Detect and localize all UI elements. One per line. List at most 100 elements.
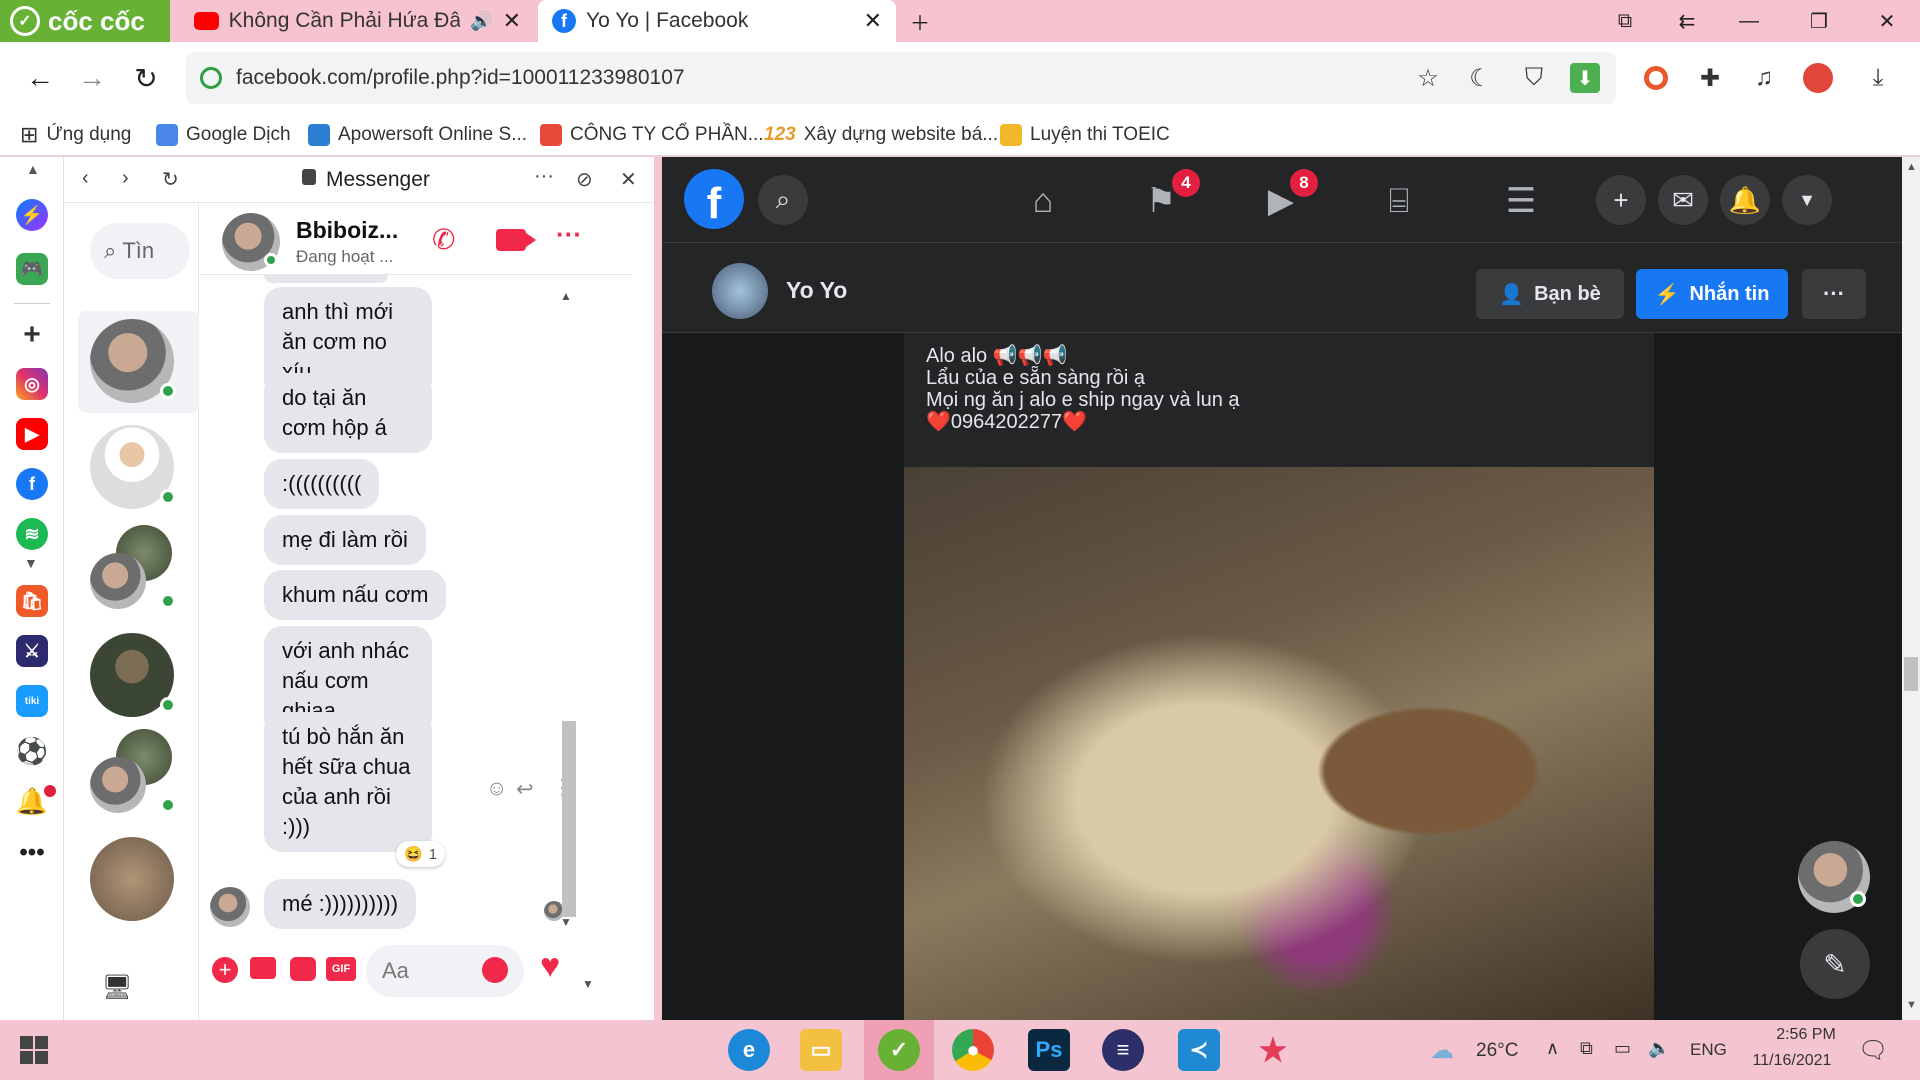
reaction-badge[interactable]: 😆 1 [396, 841, 446, 867]
language-indicator[interactable]: ENG [1690, 1040, 1727, 1060]
marketplace-icon[interactable]: ⌸ [1374, 179, 1424, 223]
unpin-icon[interactable]: ⊘ [576, 167, 593, 192]
tab-facebook[interactable]: f Yo Yo | Facebook ✕ [538, 0, 896, 42]
heart-icon[interactable]: ♥ [540, 947, 560, 986]
plus-icon[interactable]: + [212, 957, 238, 983]
menu-icon[interactable]: ☰ [1496, 179, 1546, 223]
messenger-icon[interactable]: ✉ [1658, 175, 1708, 225]
video-call-icon[interactable] [496, 229, 526, 251]
scroll-up-icon[interactable]: ▲ [1906, 161, 1917, 173]
message-bubble[interactable]: khum nấu cơm [264, 570, 447, 620]
profile-name[interactable]: Yo Yo [786, 277, 847, 304]
bookmark-apowersoft[interactable]: Apowersoft Online S... [308, 120, 527, 150]
chrome-extension-icon[interactable] [1638, 60, 1674, 96]
shield-icon[interactable]: ⛉ [1516, 60, 1552, 96]
scroll-up-icon[interactable]: ▲ [560, 289, 572, 303]
chevron-down-icon[interactable]: ▼ [24, 555, 38, 571]
playlist-icon[interactable]: ♫ [1746, 60, 1782, 96]
bookmark-website[interactable]: 123 Xây dựng website bá... [764, 120, 998, 150]
reload-icon[interactable]: ↻ [162, 167, 179, 192]
tray-volume-icon[interactable]: 🔈 [1648, 1038, 1670, 1059]
coccoc-brand[interactable]: ✓ cốc cốc [0, 0, 170, 42]
speaker-icon[interactable]: 🔊 [470, 11, 492, 32]
download-icon[interactable]: ⤓ [1860, 60, 1896, 96]
search-icon[interactable]: ⌕ [758, 175, 808, 225]
download-extension-icon[interactable]: ⬇ [1570, 63, 1600, 93]
clock-date[interactable]: 11/16/2021 [1742, 1052, 1842, 1070]
close-tab-icon[interactable]: ✕ [864, 8, 882, 34]
avatar[interactable] [90, 553, 146, 609]
clock-time[interactable]: 2:56 PM [1756, 1026, 1856, 1044]
back-icon[interactable]: ‹ [82, 167, 89, 190]
weather-temp[interactable]: 26°C [1476, 1040, 1518, 1062]
reply-icon[interactable]: ↩ [516, 777, 534, 802]
shopee-icon[interactable]: 🛍 [16, 585, 48, 617]
windows-start-icon[interactable] [20, 1036, 48, 1064]
spotify-icon[interactable]: ≋ [16, 518, 48, 550]
forward-icon[interactable]: › [122, 167, 129, 190]
message-bubble[interactable]: do tại ăn cơm hộp á [264, 373, 432, 453]
message-bubble[interactable]: mé :)))))))))) [264, 879, 417, 929]
scrollbar-thumb[interactable] [1904, 657, 1918, 691]
puzzle-icon[interactable]: ✚ [1692, 60, 1728, 96]
message-bubble[interactable]: tú bò hắn ăn hết sữa chua của anh rồi :)… [264, 712, 432, 852]
chrome-icon[interactable]: ● [952, 1029, 994, 1071]
facebook-logo-icon[interactable]: f [684, 169, 744, 229]
back-icon[interactable]: ← [20, 58, 60, 98]
emoji-icon[interactable] [482, 957, 508, 983]
address-url[interactable]: facebook.com/profile.php?id=100011233980… [236, 66, 685, 90]
coccoc-icon[interactable]: ✓ [878, 1029, 920, 1071]
edge-icon[interactable]: e [728, 1029, 770, 1071]
restore-icon[interactable]: ❐ [1788, 0, 1850, 42]
profile-avatar-icon[interactable] [1800, 60, 1836, 96]
instagram-icon[interactable]: ◎ [16, 368, 48, 400]
contact-name[interactable]: Bbiboiz... [296, 217, 398, 244]
bookmark-apps[interactable]: ⊞ Ứng dụng [20, 120, 131, 150]
scroll-down-icon[interactable]: ▼ [1906, 999, 1917, 1011]
search-field[interactable]: ⌕ Tìn [90, 223, 190, 279]
weather-cloud-icon[interactable]: ☁ [1430, 1036, 1454, 1065]
sender-avatar[interactable] [210, 887, 250, 927]
tray-battery-icon[interactable]: ▭ [1614, 1038, 1631, 1059]
reload-icon[interactable]: ↻ [126, 58, 166, 98]
close-tab-icon[interactable]: ✕ [503, 8, 521, 34]
scroll-up-icon[interactable]: ▲ [26, 161, 40, 177]
emoji-react-icon[interactable]: ☺ [486, 777, 507, 801]
star-app-icon[interactable]: ★ [1252, 1029, 1294, 1071]
chat-scrollbar-thumb[interactable] [562, 721, 576, 917]
vscode-icon[interactable]: ≺ [1178, 1029, 1220, 1071]
message-bubble[interactable]: mẹ đi làm rồi [264, 515, 426, 565]
gif-icon[interactable]: GIF [326, 957, 356, 981]
more-options-button[interactable]: ··· [1802, 269, 1866, 319]
bookmark-company[interactable]: CÔNG TY CỔ PHẦN... [540, 120, 764, 150]
page-scrollbar[interactable]: ▲ ▼ [1902, 157, 1920, 1020]
add-icon[interactable]: + [16, 318, 48, 351]
scroll-down-icon[interactable]: ▼ [582, 977, 594, 991]
message-button[interactable]: ⚡ Nhắn tin [1636, 269, 1788, 319]
sticker-icon[interactable] [290, 957, 316, 981]
game-icon[interactable]: ⚔ [16, 635, 48, 667]
tray-network-icon[interactable]: ⧉ [1580, 1038, 1593, 1059]
soccer-icon[interactable]: ⚽ [16, 735, 48, 767]
game-controller-icon[interactable]: 🎮 [16, 253, 48, 285]
avatar[interactable] [90, 757, 146, 813]
phone-icon[interactable]: ✆ [432, 223, 455, 256]
messenger-icon[interactable]: ⚡ [16, 199, 48, 231]
minimize-icon[interactable]: — [1718, 0, 1780, 42]
desktop-icon[interactable]: 🖥 [102, 973, 132, 1002]
bookmark-toeic[interactable]: Luyện thi TOEIC [1000, 120, 1170, 150]
star-icon[interactable]: ☆ [1410, 60, 1446, 96]
account-dropdown-icon[interactable]: ▼ [1782, 175, 1832, 225]
more-icon[interactable]: ··· [534, 165, 554, 188]
new-message-icon[interactable]: ✎ [1800, 929, 1870, 999]
image-icon[interactable] [250, 957, 276, 979]
bookmark-google-translate[interactable]: Google Dịch [156, 120, 291, 150]
home-icon[interactable]: ⌂ [1018, 179, 1068, 223]
facebook-icon[interactable]: f [16, 468, 48, 500]
friends-button[interactable]: 👤 Bạn bè [1476, 269, 1624, 319]
dark-mode-icon[interactable]: ☾ [1462, 60, 1498, 96]
eclipse-icon[interactable]: ≡ [1102, 1029, 1144, 1071]
file-explorer-icon[interactable]: ▭ [800, 1029, 842, 1071]
new-tab-icon[interactable]: ＋ [900, 0, 940, 42]
avatar[interactable] [90, 837, 174, 921]
